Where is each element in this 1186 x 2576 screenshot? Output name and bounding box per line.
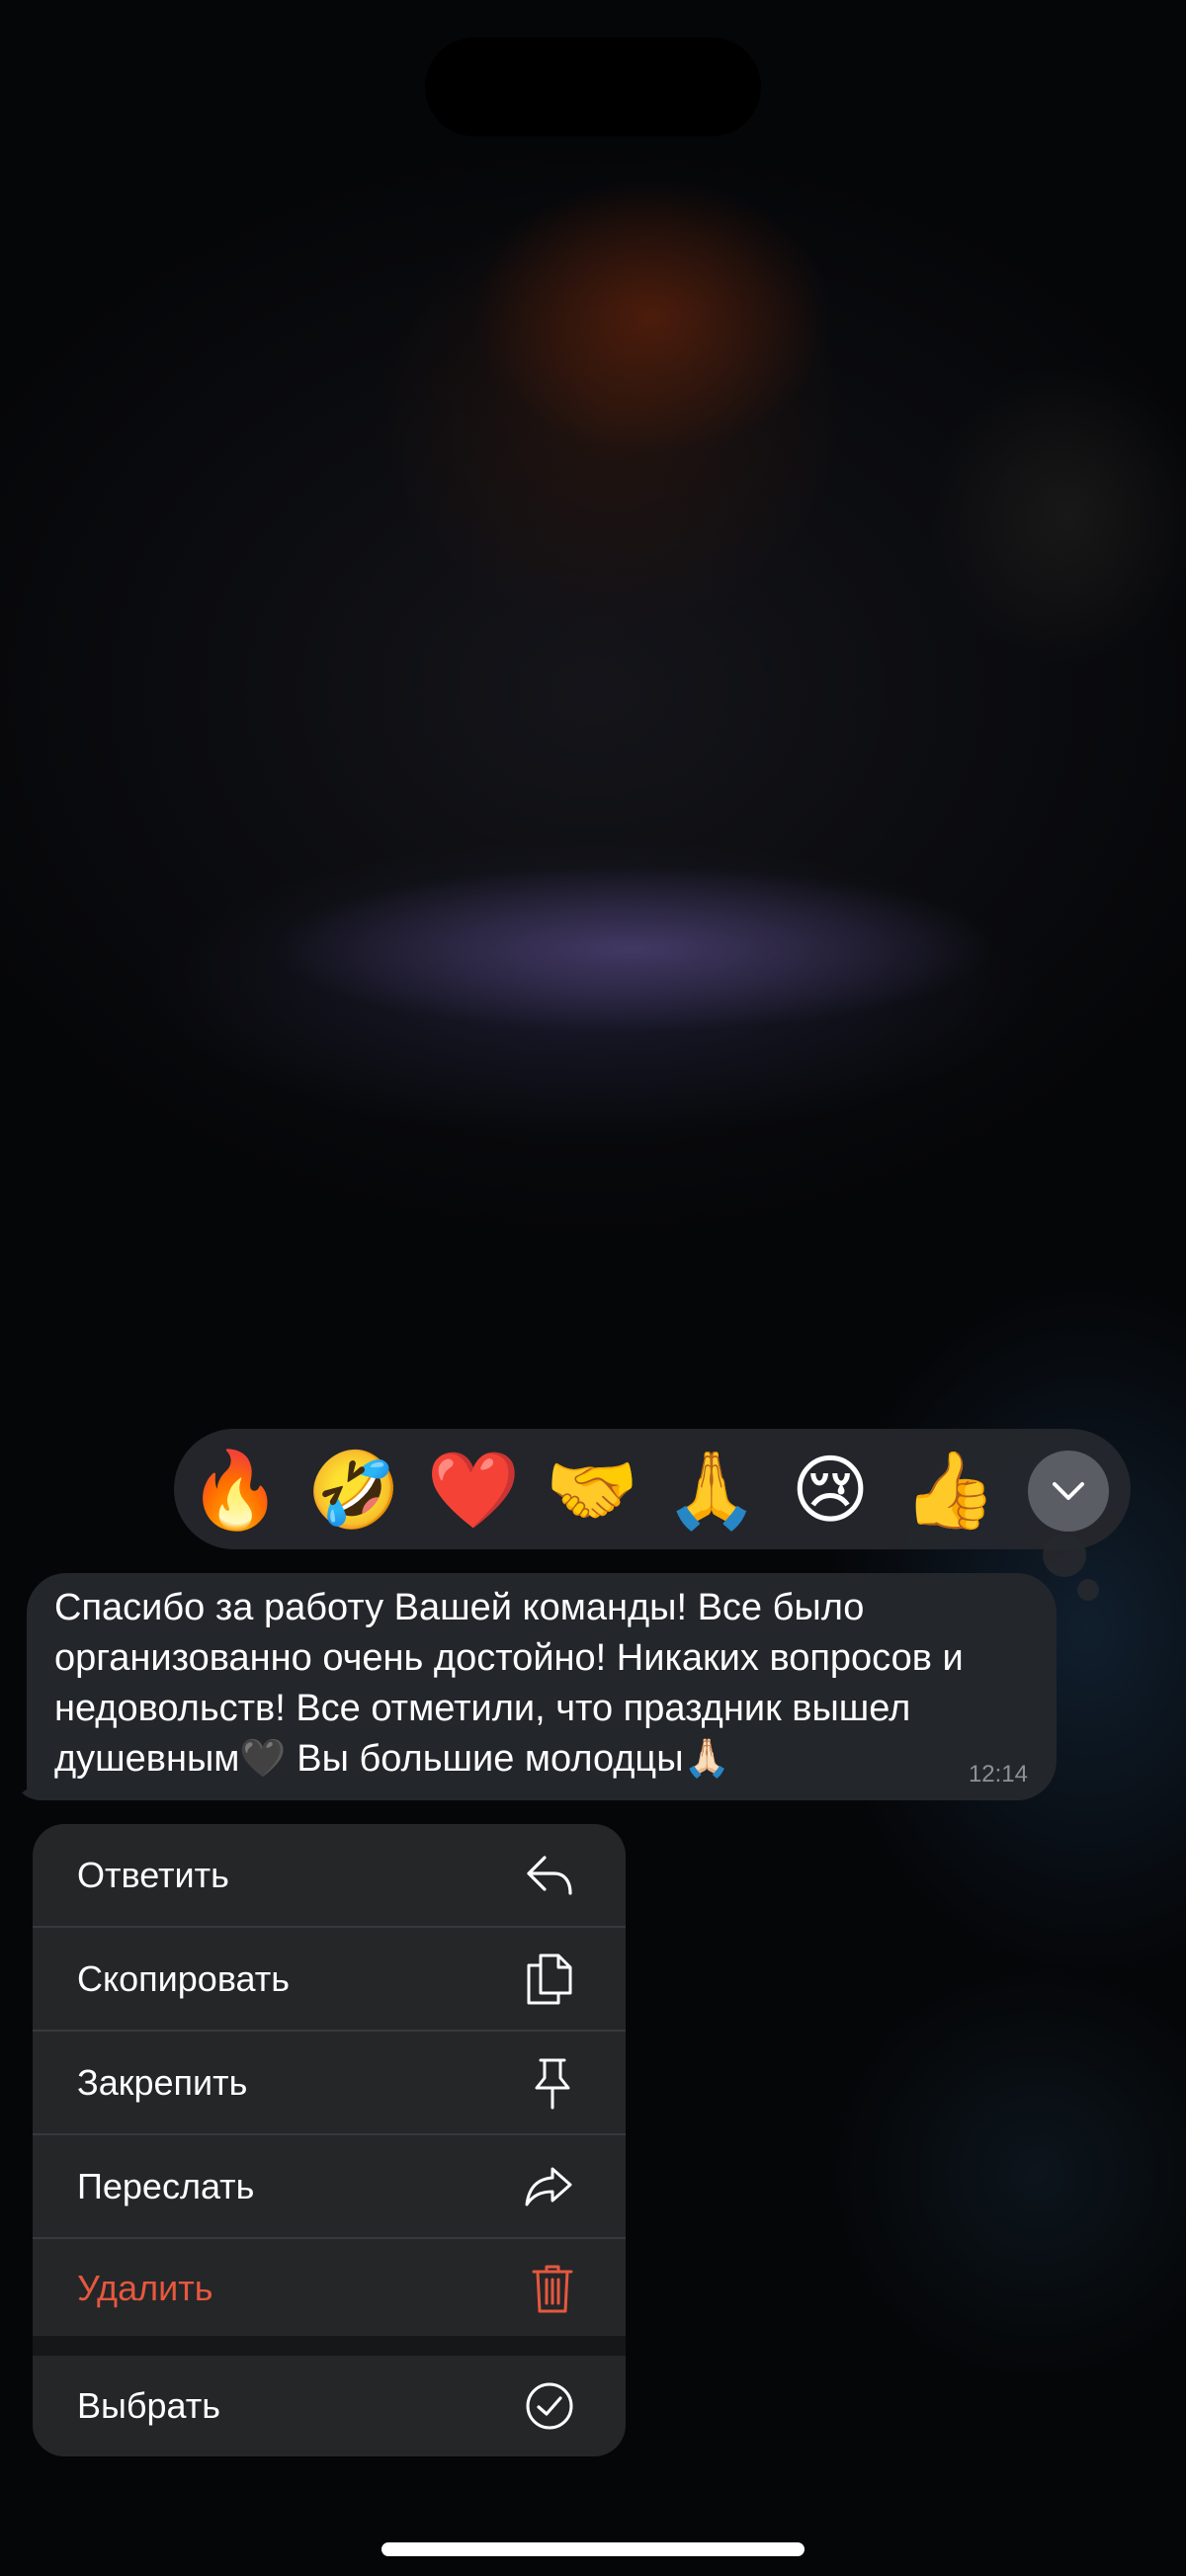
menu-item-select[interactable]: Выбрать	[33, 2355, 626, 2456]
menu-item-label: Закрепить	[77, 2061, 248, 2103]
reaction-fire[interactable]: 🔥	[189, 1446, 283, 1535]
copy-icon	[525, 1952, 574, 2007]
menu-item-delete[interactable]: Удалить	[33, 2237, 626, 2339]
chevron-down-icon	[1052, 1481, 1085, 1501]
menu-item-forward[interactable]: Переслать	[33, 2135, 626, 2237]
reaction-heart[interactable]: ❤️	[427, 1446, 521, 1535]
menu-item-label: Выбрать	[77, 2384, 221, 2426]
menu-item-label: Ответить	[77, 1854, 229, 1895]
reply-icon	[525, 1854, 574, 1897]
dynamic-island	[425, 38, 761, 136]
menu-item-reply[interactable]: Ответить	[33, 1824, 626, 1926]
reaction-handshake[interactable]: 🤝	[546, 1446, 639, 1535]
reaction-rofl[interactable]: 🤣	[307, 1446, 401, 1535]
trash-icon	[531, 2262, 574, 2315]
menu-item-label: Удалить	[77, 2267, 213, 2308]
checkmark-circle-icon	[525, 2381, 574, 2431]
message-line: душевным🖤 Вы большие молодцы🙏🏻	[54, 1738, 730, 1780]
message-timestamp: 12:14	[968, 1761, 1028, 1787]
context-menu: Ответить Скопировать Закрепить Переслать…	[33, 1824, 626, 2456]
pin-icon	[531, 2056, 574, 2110]
menu-item-label: Переслать	[77, 2165, 255, 2206]
reaction-bar-tail	[1043, 1534, 1086, 1577]
menu-item-copy[interactable]: Скопировать	[33, 1928, 626, 2030]
menu-item-pin[interactable]: Закрепить	[33, 2032, 626, 2133]
message-line: организованно очень достойно! Никаких во…	[54, 1637, 964, 1679]
home-indicator[interactable]	[381, 2542, 805, 2556]
reaction-bar-tail-dot	[1077, 1579, 1099, 1601]
reaction-thumbs-up[interactable]: 👍	[903, 1446, 997, 1535]
message-line: Спасибо за работу Вашей команды! Все был…	[54, 1587, 865, 1628]
expand-reactions-button[interactable]	[1028, 1451, 1109, 1532]
message-line: недовольств! Все отметили, что праздник …	[54, 1688, 911, 1729]
menu-item-label: Скопировать	[77, 1957, 291, 1999]
forward-icon	[523, 2165, 574, 2208]
message-text: Спасибо за работу Вашей команды! Все был…	[54, 1583, 1033, 1785]
reaction-crying[interactable]: 😢	[786, 1446, 875, 1535]
menu-group-gap	[33, 2336, 626, 2356]
reaction-pray[interactable]: 🙏	[665, 1446, 759, 1535]
